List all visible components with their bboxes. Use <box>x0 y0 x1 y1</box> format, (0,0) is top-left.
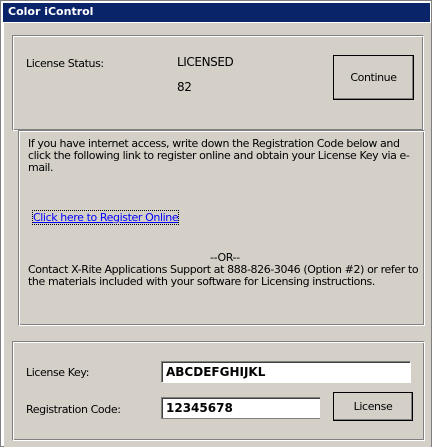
license-key-input[interactable]: ABCDEFGHIJKL <box>161 361 411 383</box>
dialog-panel: License Status: LICENSED 82 Continue If … <box>4 23 431 447</box>
window-title: Color iControl <box>8 5 94 18</box>
license-status-number: 82 <box>177 80 192 94</box>
register-online-link[interactable]: Click here to Register Online <box>31 210 180 225</box>
info-group: If you have internet access, write down … <box>18 130 425 326</box>
license-status-value: LICENSED <box>177 55 234 69</box>
registration-code-label: Registration Code: <box>26 403 121 416</box>
title-bar[interactable]: Color iControl <box>3 3 430 22</box>
license-button[interactable]: License <box>333 392 413 421</box>
continue-button[interactable]: Continue <box>333 55 414 100</box>
registration-code-field[interactable]: 12345678 <box>161 397 320 419</box>
contact-text: Contact X-Rite Applications Support at 8… <box>28 263 419 288</box>
license-group: License Key: ABCDEFGHIJKL Registration C… <box>12 341 425 441</box>
instructions-text: If you have internet access, write down … <box>28 137 410 174</box>
status-group: License Status: LICENSED 82 Continue <box>12 35 424 131</box>
license-status-label: License Status: <box>26 57 104 70</box>
license-key-label: License Key: <box>26 366 90 379</box>
